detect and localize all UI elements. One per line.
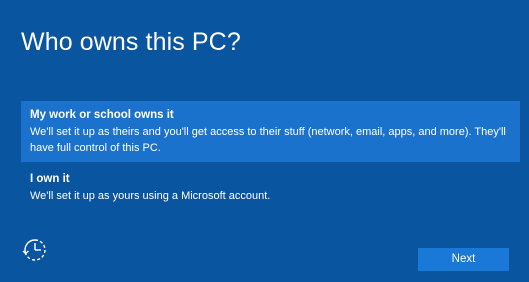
oobe-screen: Who owns this PC? My work or school owns… xyxy=(0,0,529,282)
option-title: My work or school owns it xyxy=(30,109,174,121)
option-description: We'll set it up as yours using a Microso… xyxy=(30,190,271,202)
option-i-own-it[interactable]: I own it We'll set it up as yours using … xyxy=(21,165,520,207)
option-title: I own it xyxy=(30,173,70,185)
ease-of-access-icon[interactable] xyxy=(22,237,48,263)
page-title: Who owns this PC? xyxy=(21,28,241,56)
option-description: We'll set it up as theirs and you'll get… xyxy=(30,126,506,154)
next-button[interactable]: Next xyxy=(418,248,509,271)
option-work-or-school[interactable]: My work or school owns it We'll set it u… xyxy=(21,101,520,162)
